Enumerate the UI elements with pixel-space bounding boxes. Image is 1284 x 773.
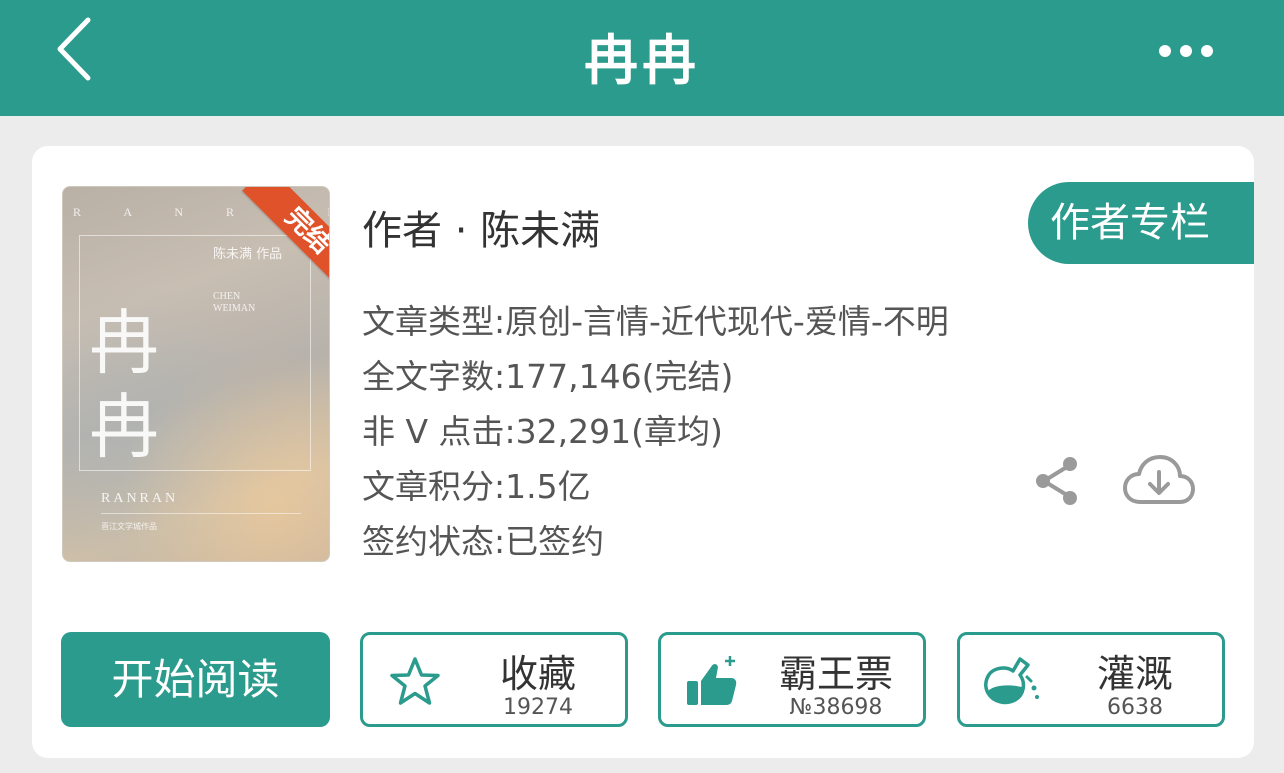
book-info-list: 文章类型:原创-言情-近代现代-爱情-不明 全文字数:177,146(完结) 非… xyxy=(362,294,949,569)
cover-bottom-title: RANRAN xyxy=(101,491,179,506)
favorite-label: 收藏 xyxy=(499,652,576,696)
info-clicks: 非 V 点击:32,291(章均) xyxy=(362,412,723,451)
overlord-ticket-rank: №38698 xyxy=(789,695,883,720)
thumbs-up-icon xyxy=(687,656,737,705)
water-button[interactable]: 灌溉 6638 xyxy=(957,632,1225,727)
watering-flask-icon xyxy=(984,657,1039,705)
overlord-ticket-button[interactable]: 霸王票 №38698 xyxy=(658,632,926,727)
info-genre: 文章类型:原创-言情-近代现代-爱情-不明 xyxy=(362,302,949,341)
favorite-button[interactable]: 收藏 19274 xyxy=(360,632,628,727)
cover-title: 冉冉 xyxy=(89,302,159,468)
author-name[interactable]: 作者 · 陈未满 xyxy=(362,198,600,256)
book-info-card: R A N R A N 冉冉 陈未满 作品 CHEN WEIMAN RANRAN… xyxy=(32,146,1254,758)
top-bar: 冉冉 xyxy=(0,0,1284,116)
more-button[interactable] xyxy=(1156,36,1216,66)
download-button[interactable] xyxy=(1122,452,1196,510)
completed-ribbon-label: 完结 xyxy=(242,187,329,297)
info-contract-status: 签约状态:已签约 xyxy=(362,522,605,561)
star-icon xyxy=(390,657,440,705)
book-cover[interactable]: R A N R A N 冉冉 陈未满 作品 CHEN WEIMAN RANRAN… xyxy=(62,186,330,562)
start-reading-button[interactable]: 开始阅读 xyxy=(61,632,330,727)
cover-publisher: 晋江文学城作品 xyxy=(101,522,157,531)
share-icon xyxy=(1036,457,1077,505)
water-count: 6638 xyxy=(1107,695,1163,720)
more-horizontal-icon xyxy=(1159,45,1213,57)
overlord-ticket-label: 霸王票 xyxy=(778,652,893,696)
cover-divider xyxy=(101,513,301,514)
info-word-count: 全文字数:177,146(完结) xyxy=(362,357,734,396)
favorite-count: 19274 xyxy=(503,695,573,720)
info-score: 文章积分:1.5亿 xyxy=(362,467,591,506)
water-label: 灌溉 xyxy=(1096,652,1173,696)
author-column-button[interactable]: 作者专栏 xyxy=(1028,182,1254,264)
page-title: 冉冉 xyxy=(584,29,700,92)
share-button[interactable] xyxy=(1032,454,1082,508)
completed-ribbon: 完结 xyxy=(219,187,329,297)
cloud-download-icon xyxy=(1123,455,1195,504)
